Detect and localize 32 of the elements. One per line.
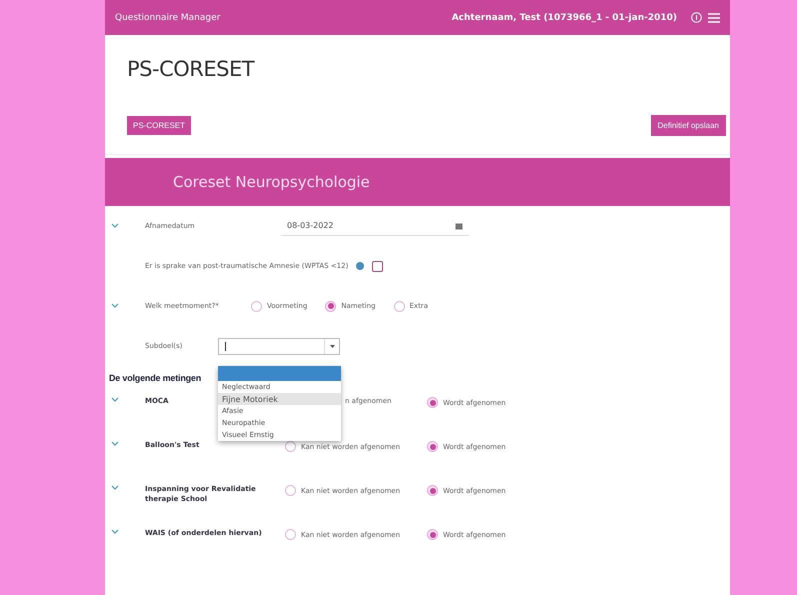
chevron-icon[interactable] <box>111 303 119 309</box>
caret-icon <box>330 344 334 348</box>
section-title: Coreset Neuropsychologie <box>173 173 370 191</box>
page-title: PS-CORESET <box>127 57 256 81</box>
chevron-icon[interactable] <box>111 529 119 535</box>
info-icon[interactable] <box>691 12 702 23</box>
chevron-icon[interactable] <box>111 223 119 229</box>
checkbox[interactable] <box>372 260 384 272</box>
chevron-icon[interactable] <box>111 441 119 447</box>
radio-button[interactable] <box>251 300 262 312</box>
radio-button[interactable] <box>427 529 438 540</box>
patient-info: Achternaam, Test (1073966_1 - 01-jan-2010) <box>452 12 677 22</box>
breadcrumb-tab[interactable]: PS-CORESET <box>127 116 192 135</box>
radio-button[interactable] <box>427 485 438 496</box>
radio-button[interactable] <box>285 485 296 496</box>
dropdown-field[interactable] <box>218 338 340 354</box>
radio-button[interactable] <box>325 300 336 312</box>
text-cursor <box>225 342 226 350</box>
dropdown-option[interactable]: Fijne Motoriek <box>218 393 341 405</box>
save-button[interactable]: Definitief opslaan <box>650 115 726 136</box>
radio-button[interactable] <box>285 529 296 540</box>
chevron-icon[interactable] <box>111 485 119 491</box>
app-title: Questionnaire Manager <box>115 12 220 22</box>
info-icon[interactable] <box>356 262 364 270</box>
radio-button[interactable] <box>394 300 404 312</box>
chevron-icon[interactable] <box>111 397 119 403</box>
section-heading: De volgende metingen <box>109 373 202 383</box>
radio-button[interactable] <box>285 441 296 452</box>
date-field[interactable]: 08-03-2022 <box>281 216 469 236</box>
radio-button[interactable] <box>427 441 438 452</box>
menu-icon[interactable] <box>708 12 720 22</box>
radio-button[interactable] <box>427 397 438 408</box>
